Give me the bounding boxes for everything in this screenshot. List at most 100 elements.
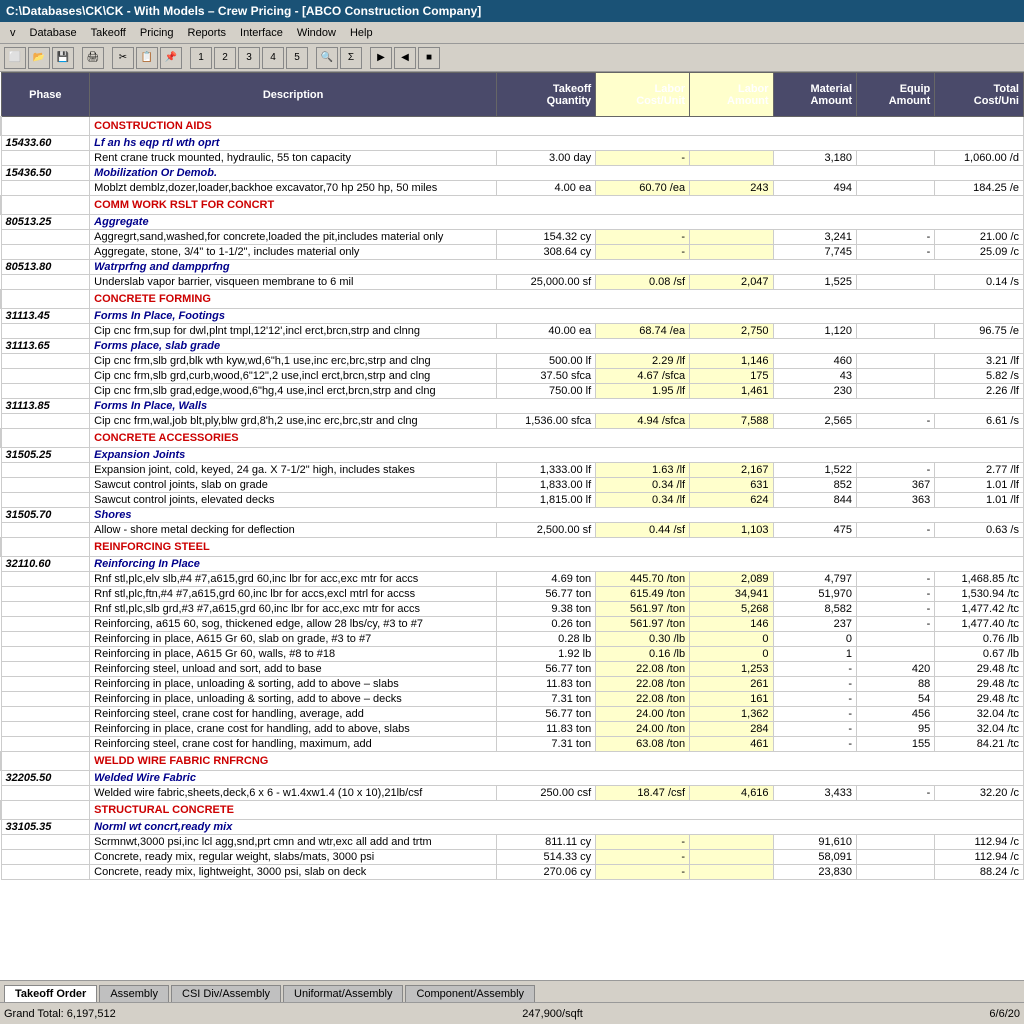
row-description: Reinforcing steel, unload and sort, add … <box>90 662 497 677</box>
menu-window[interactable]: Window <box>291 25 342 41</box>
row-material: - <box>773 677 856 692</box>
menu-help[interactable]: Help <box>344 25 379 41</box>
table-row: Rnf stl,plc,ftn,#4 #7,a615,grd 60,inc lb… <box>1 587 1024 602</box>
row-description: Cip cnc frm,slb grd,curb,wood,6"12",2 us… <box>90 369 497 384</box>
phase-cell <box>1 523 90 538</box>
tb-save[interactable]: 💾 <box>52 47 74 69</box>
row-labor-cost: 24.00 /ton <box>596 707 690 722</box>
row-labor-cost: 24.00 /ton <box>596 722 690 737</box>
row-description: Cip cnc frm,slb grd,blk wth kyw,wd,6"h,1… <box>90 354 497 369</box>
tab-assembly[interactable]: Assembly <box>99 985 169 1002</box>
table-row: Reinforcing in place, crane cost for han… <box>1 722 1024 737</box>
row-labor-amount <box>690 151 773 166</box>
row-equip <box>857 324 935 339</box>
phase-number: 32205.50 <box>1 771 90 786</box>
row-description: Aggregrt,sand,washed,for concrete,loaded… <box>90 230 497 245</box>
row-description: Sawcut control joints, elevated decks <box>90 493 497 508</box>
row-labor-cost: - <box>596 865 690 880</box>
tb-a2[interactable]: ◀ <box>394 47 416 69</box>
row-material: 852 <box>773 478 856 493</box>
tb-a1[interactable]: ▶ <box>370 47 392 69</box>
row-qty: 11.83 ton <box>497 722 596 737</box>
table-row: Aggregrt,sand,washed,for concrete,loaded… <box>1 230 1024 245</box>
row-description: Reinforcing in place, crane cost for han… <box>90 722 497 737</box>
row-equip: 88 <box>857 677 935 692</box>
tab-csi-div-assembly[interactable]: CSI Div/Assembly <box>171 985 281 1002</box>
tb-2[interactable]: 2 <box>214 47 236 69</box>
phase-cell <box>1 493 90 508</box>
phase-cell <box>1 275 90 290</box>
category-label: Shores <box>90 508 1024 523</box>
main-table: Phase Description TakeoffQuantity LaborC… <box>0 72 1024 880</box>
menu-reports[interactable]: Reports <box>182 25 233 41</box>
tb-5[interactable]: 5 <box>286 47 308 69</box>
row-qty: 1,536.00 sfca <box>497 414 596 429</box>
row-material: 3,433 <box>773 786 856 801</box>
phase-cell <box>1 478 90 493</box>
row-labor-amount: 284 <box>690 722 773 737</box>
row-description: Rnf stl,plc,elv slb,#4 #7,a615,grd 60,in… <box>90 572 497 587</box>
table-row: Cip cnc frm,slb grd,curb,wood,6"12",2 us… <box>1 369 1024 384</box>
grand-total: Grand Total: 6,197,512 <box>4 1008 116 1020</box>
row-total: 25.09 /c <box>935 245 1024 260</box>
tab-component-assembly[interactable]: Component/Assembly <box>405 985 535 1002</box>
tb-a3[interactable]: ■ <box>418 47 440 69</box>
row-labor-amount: 461 <box>690 737 773 752</box>
tb-print[interactable]: 🖨 <box>82 47 104 69</box>
col-description: Description <box>90 73 497 117</box>
tb-open[interactable]: 📂 <box>28 47 50 69</box>
row-qty: 500.00 lf <box>497 354 596 369</box>
menu-database[interactable]: Database <box>24 25 83 41</box>
section-label: STRUCTURAL CONCRETE <box>90 801 1024 820</box>
table-row: 32205.50 Welded Wire Fabric <box>1 771 1024 786</box>
category-label: Welded Wire Fabric <box>90 771 1024 786</box>
phase-number: 15436.50 <box>1 166 90 181</box>
table-row: COMM WORK RSLT FOR CONCRT <box>1 196 1024 215</box>
phase-cell <box>1 752 90 771</box>
row-material: 494 <box>773 181 856 196</box>
row-material: 43 <box>773 369 856 384</box>
phase-number: 31113.45 <box>1 309 90 324</box>
row-description: Rent crane truck mounted, hydraulic, 55 … <box>90 151 497 166</box>
row-labor-cost: 0.34 /lf <box>596 478 690 493</box>
table-row: 33105.35 Norml wt concrt,ready mix <box>1 820 1024 835</box>
table-row: WELDD WIRE FABRIC RNFRCNG <box>1 752 1024 771</box>
row-material: 1,522 <box>773 463 856 478</box>
tb-3[interactable]: 3 <box>238 47 260 69</box>
phase-cell <box>1 369 90 384</box>
tb-zoom[interactable]: 🔍 <box>316 47 338 69</box>
table-row: Cip cnc frm,slb grad,edge,wood,6"hg,4 us… <box>1 384 1024 399</box>
tb-sigma[interactable]: Σ <box>340 47 362 69</box>
tb-cut[interactable]: ✂ <box>112 47 134 69</box>
row-labor-cost: - <box>596 230 690 245</box>
tab-uniformat-assembly[interactable]: Uniformat/Assembly <box>283 985 403 1002</box>
menu-pricing[interactable]: Pricing <box>134 25 180 41</box>
tb-1[interactable]: 1 <box>190 47 212 69</box>
row-labor-cost: 0.08 /sf <box>596 275 690 290</box>
row-labor-cost: 561.97 /ton <box>596 617 690 632</box>
menu-v[interactable]: v <box>4 25 22 41</box>
menu-bar: v Database Takeoff Pricing Reports Inter… <box>0 22 1024 44</box>
tb-paste[interactable]: 📌 <box>160 47 182 69</box>
row-total: 32.04 /tc <box>935 722 1024 737</box>
tab-takeoff-order[interactable]: Takeoff Order <box>4 985 97 1002</box>
table-container[interactable]: Phase Description TakeoffQuantity LaborC… <box>0 72 1024 980</box>
row-labor-amount <box>690 835 773 850</box>
phase-cell <box>1 801 90 820</box>
row-material: 475 <box>773 523 856 538</box>
row-description: Reinforcing in place, A615 Gr 60, slab o… <box>90 632 497 647</box>
menu-interface[interactable]: Interface <box>234 25 289 41</box>
row-equip: 420 <box>857 662 935 677</box>
table-row: 31505.25 Expansion Joints <box>1 448 1024 463</box>
row-total: 96.75 /e <box>935 324 1024 339</box>
menu-takeoff[interactable]: Takeoff <box>85 25 132 41</box>
table-row: 31113.65 Forms place, slab grade <box>1 339 1024 354</box>
row-qty: 56.77 ton <box>497 587 596 602</box>
table-row: Cip cnc frm,slb grd,blk wth kyw,wd,6"h,1… <box>1 354 1024 369</box>
row-labor-amount: 631 <box>690 478 773 493</box>
tb-4[interactable]: 4 <box>262 47 284 69</box>
row-qty: 56.77 ton <box>497 707 596 722</box>
tb-copy[interactable]: 📋 <box>136 47 158 69</box>
row-description: Concrete, ready mix, regular weight, sla… <box>90 850 497 865</box>
tb-new[interactable]: ⬜ <box>4 47 26 69</box>
